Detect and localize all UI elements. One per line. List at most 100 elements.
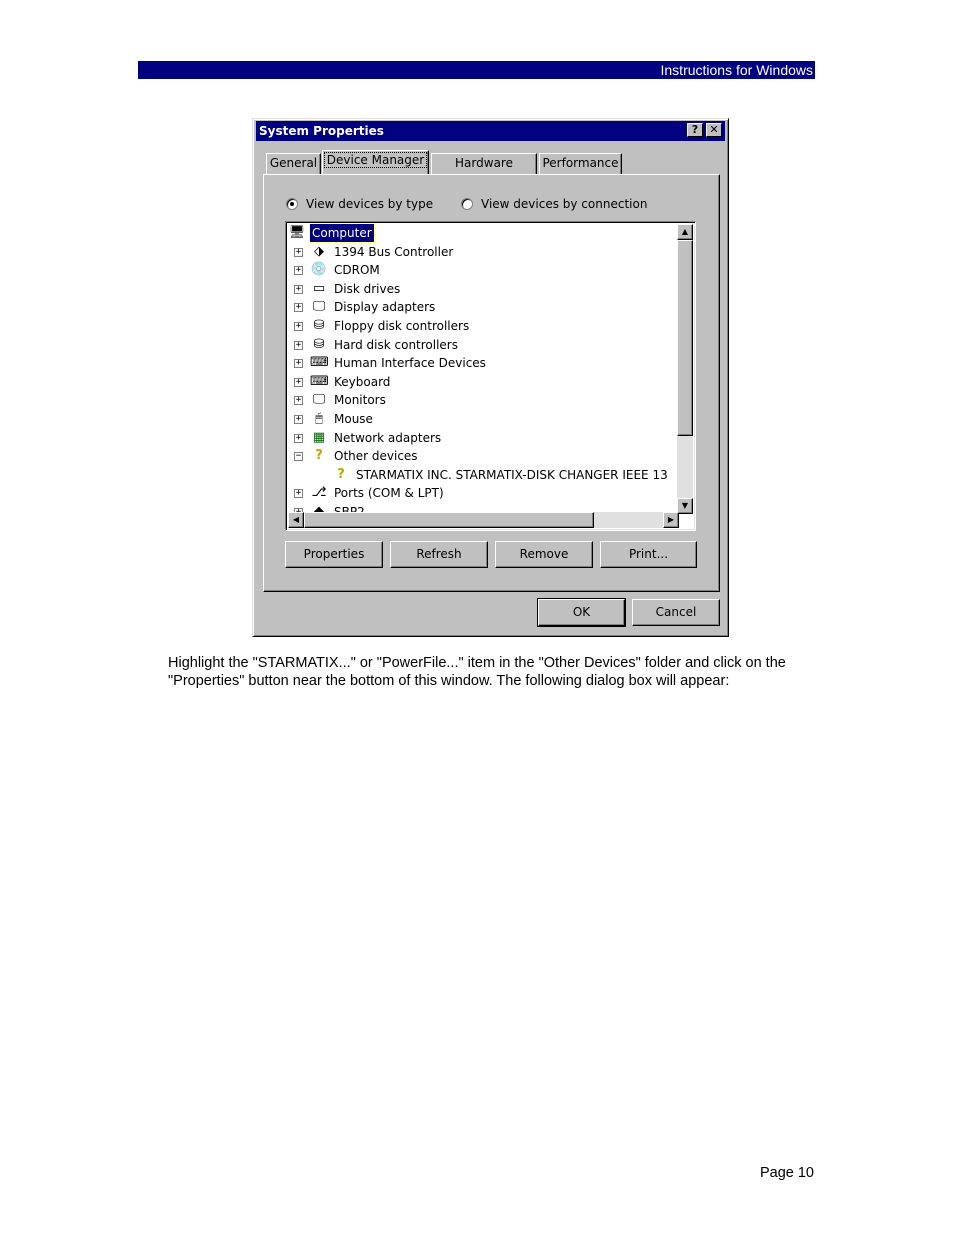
tab-hardware-profiles[interactable]: Hardware Profiles <box>431 153 537 189</box>
arrow-up-icon: ▲ <box>681 227 689 236</box>
display-adapter-icon: 🖵 <box>312 299 326 315</box>
expand-icon[interactable]: + <box>294 266 303 276</box>
properties-button-label: Properties <box>303 547 365 561</box>
expand-icon[interactable]: + <box>294 340 303 350</box>
tab-device-manager[interactable]: Device Manager <box>322 150 429 174</box>
tree-item-label: Other devices <box>334 449 418 464</box>
tree-item-label: Ports (COM & LPT) <box>334 486 444 501</box>
tab-general-label: General <box>269 156 318 170</box>
tree-item-label: CDROM <box>334 263 380 278</box>
tree-item-label: Network adapters <box>334 430 442 445</box>
device-tree-list[interactable]: 🖥 Computer + ⬗ 1394 Bus Controller + 💿 CDROM + ▭ D… <box>285 221 696 531</box>
expand-icon[interactable]: + <box>294 247 303 257</box>
remove-button-label: Remove <box>519 547 569 561</box>
tree-item-label: Disk drives <box>334 281 401 296</box>
tree-item[interactable]: + ⎇ Ports (COM & LPT) <box>288 484 679 502</box>
tree-item[interactable]: + ⌨ Keyboard <box>288 373 679 391</box>
tree-item-label: Monitors <box>334 393 386 408</box>
scroll-up-button[interactable]: ▲ <box>677 224 693 240</box>
tab-general[interactable]: General <box>266 153 321 174</box>
properties-button[interactable]: Properties <box>285 541 383 568</box>
device-tree: 🖥 Computer + ⬗ 1394 Bus Controller + 💿 CDROM + ▭ D… <box>288 224 679 514</box>
refresh-button-label: Refresh <box>416 547 462 561</box>
collapse-icon[interactable]: − <box>294 452 303 462</box>
expand-icon[interactable]: + <box>294 284 303 294</box>
tree-item-label: Keyboard <box>334 374 391 389</box>
expand-icon[interactable]: + <box>294 489 303 499</box>
network-adapter-icon: ▦ <box>312 429 326 445</box>
page-number: Page 10 <box>759 1165 814 1181</box>
print-button[interactable]: Print... <box>600 541 697 568</box>
ok-button[interactable]: OK <box>537 598 626 627</box>
radio-view-by-type[interactable]: View devices by type <box>286 197 433 211</box>
tree-item[interactable]: + ▭ Disk drives <box>288 280 679 298</box>
tree-item-label: Mouse <box>334 412 373 426</box>
expand-icon[interactable]: + <box>294 303 303 313</box>
cancel-button-label: Cancel <box>655 605 697 619</box>
arrow-down-icon: ▼ <box>681 501 689 510</box>
tree-item[interactable]: + ▦ Network adapters <box>288 429 679 447</box>
dialog-titlebar: System Properties ? ✕ <box>256 121 725 141</box>
bus-controller-icon: ⬗ <box>314 243 324 259</box>
tree-item[interactable]: + 🖱 Mouse <box>288 410 679 428</box>
tree-item-label: Human Interface Devices <box>334 356 486 371</box>
tab-performance[interactable]: Performance <box>539 153 622 174</box>
tree-item-label: Computer <box>309 224 375 243</box>
remove-button[interactable]: Remove <box>495 541 593 568</box>
scroll-down-button[interactable]: ▼ <box>677 498 693 514</box>
question-icon: ? <box>315 448 323 464</box>
cdrom-icon: 💿 <box>310 262 328 278</box>
hid-icon: ⌨ <box>310 355 329 371</box>
arrow-right-icon: ▶ <box>667 515 675 524</box>
monitor-icon: 🖵 <box>312 392 326 408</box>
tree-item[interactable]: + 💿 CDROM <box>288 261 679 279</box>
close-button[interactable]: ✕ <box>706 123 722 137</box>
expand-icon[interactable]: + <box>294 377 303 387</box>
refresh-button[interactable]: Refresh <box>390 541 488 568</box>
port-icon: ⎇ <box>311 485 327 501</box>
arrow-left-icon: ◀ <box>292 515 300 524</box>
cancel-button[interactable]: Cancel <box>632 599 720 626</box>
tree-item[interactable]: + ⬗ 1394 Bus Controller <box>288 243 679 261</box>
header-bar: Instructions for Windows <box>138 61 815 79</box>
expand-icon[interactable]: + <box>294 415 303 424</box>
unknown-device-icon: ? <box>337 466 345 482</box>
scroll-left-button[interactable]: ◀ <box>288 512 304 528</box>
scroll-right-button[interactable]: ▶ <box>663 512 679 528</box>
radio-view-by-connection[interactable]: View devices by connection <box>461 197 647 211</box>
tree-item-label: Hard disk controllers <box>334 337 458 352</box>
horizontal-scrollbar[interactable]: ◀ ▶ <box>288 512 679 528</box>
disk-drive-icon: ▭ <box>312 280 326 296</box>
tree-item[interactable]: 🖥 Computer <box>288 224 679 243</box>
radio-view-by-type-label: View devices by type <box>306 197 434 211</box>
help-icon: ? <box>691 123 699 136</box>
tab-device-manager-label: Device Manager <box>323 152 428 168</box>
vertical-scroll-thumb[interactable] <box>677 240 693 436</box>
tree-item[interactable]: + 🖵 Display adapters <box>288 298 679 316</box>
tree-item[interactable]: ? STARMATIX INC. STARMATIX-DISK CHANGER I… <box>288 466 679 484</box>
radio-selected-icon <box>286 198 298 210</box>
expand-icon[interactable]: + <box>294 359 303 369</box>
hard-disk-controller-icon: ⛁ <box>313 336 325 352</box>
horizontal-scroll-thumb[interactable] <box>304 512 594 528</box>
floppy-controller-icon: ⛁ <box>313 318 325 333</box>
dialog-title: System Properties <box>259 124 384 138</box>
close-icon: ✕ <box>709 123 719 136</box>
computer-icon: 🖥 <box>288 225 306 240</box>
system-properties-dialog: System Properties ? ✕ General Device Man… <box>252 118 729 637</box>
keyboard-icon: ⌨ <box>310 373 329 389</box>
header-title: Instructions for Windows <box>660 62 814 78</box>
tree-item[interactable]: + ⌨ Human Interface Devices <box>288 354 679 372</box>
tree-item[interactable]: + 🖵 Monitors <box>288 391 679 409</box>
tree-item[interactable]: + ⛁ Floppy disk controllers <box>288 317 679 335</box>
instruction-paragraph: Highlight the "STARMATIX..." or "PowerFi… <box>168 655 786 689</box>
tree-item[interactable]: + ⛁ Hard disk controllers <box>288 336 679 354</box>
vertical-scrollbar[interactable]: ▲ ▼ <box>677 224 693 514</box>
help-button[interactable]: ? <box>687 123 703 137</box>
expand-icon[interactable]: + <box>294 322 303 331</box>
expand-icon[interactable]: + <box>294 433 303 443</box>
tab-performance-label: Performance <box>542 156 619 170</box>
tree-item-label: STARMATIX INC. STARMATIX-DISK CHANGER IE… <box>356 467 668 482</box>
tree-item[interactable]: −? Other devices <box>288 447 679 465</box>
expand-icon[interactable]: + <box>294 396 303 406</box>
